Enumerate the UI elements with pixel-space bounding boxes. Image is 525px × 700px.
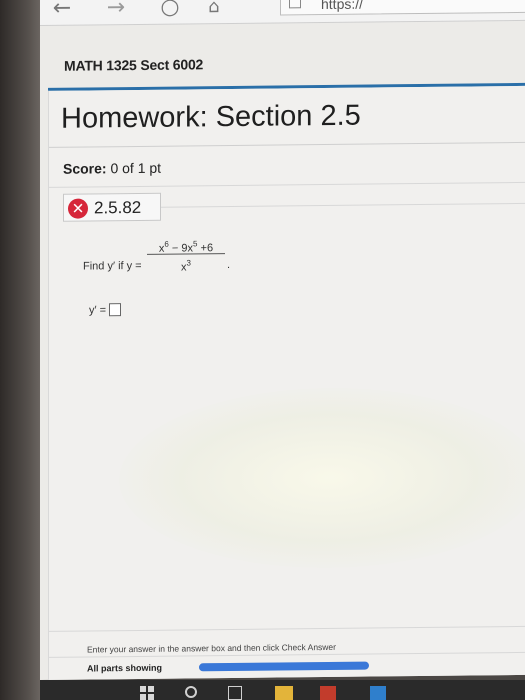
address-bar[interactable]: https://: [280, 0, 525, 16]
divider: [49, 181, 525, 188]
score-value: 0 of 1 pt: [110, 159, 162, 177]
screen-glare: [119, 385, 525, 571]
page-title: Homework: Section 2.5: [61, 99, 361, 135]
progress-fill: [199, 661, 369, 672]
homework-panel: Homework: Section 2.5 Score: 0 of 1 pt ✕…: [48, 85, 525, 681]
instruction-text: Enter your answer in the answer box and …: [87, 641, 336, 655]
windows-start-icon[interactable]: [140, 686, 154, 700]
refresh-icon[interactable]: ○: [156, 0, 184, 21]
exponent: 3: [186, 258, 191, 268]
x-icon: ✕: [68, 198, 88, 219]
function-fraction: x6 − 9x5 +6 x3: [147, 236, 225, 274]
address-text: https://: [321, 0, 364, 13]
screen: ← → ○ ⌂ https:// MATH 1325 Sect 6002 Hom…: [40, 0, 525, 681]
parts-showing-label: All parts showing: [87, 662, 163, 674]
tab-icon: [289, 0, 301, 9]
divider: [49, 625, 525, 632]
course-title: MATH 1325 Sect 6002: [64, 56, 204, 74]
term-constant: +6: [197, 242, 214, 255]
fraction-numerator: x6 − 9x5 +6: [147, 236, 225, 255]
home-icon[interactable]: ⌂: [200, 0, 228, 20]
score-label: Score:: [63, 160, 107, 177]
fraction-denominator: x3: [147, 255, 225, 273]
divider: [49, 141, 525, 148]
sentence-period: .: [227, 259, 231, 272]
divider: [161, 202, 525, 208]
score-display: Score: 0 of 1 pt: [63, 160, 161, 177]
back-arrow-icon[interactable]: ←: [48, 0, 76, 22]
question-id-badge[interactable]: ✕ 2.5.82: [63, 192, 161, 222]
office-app-icon[interactable]: [320, 686, 336, 700]
browser-toolbar: ← → ○ ⌂ https://: [40, 0, 525, 26]
term-9x: − 9x: [168, 242, 194, 255]
search-icon[interactable]: [185, 686, 197, 698]
forward-arrow-icon[interactable]: →: [102, 0, 130, 21]
taskbar: [40, 680, 525, 700]
task-view-icon[interactable]: [228, 686, 242, 700]
answer-row: y′ =: [89, 303, 122, 317]
answer-input[interactable]: [109, 303, 122, 317]
progress-bar: [199, 661, 369, 672]
monitor-bezel: [0, 0, 40, 700]
store-icon[interactable]: [370, 686, 386, 700]
question-id: 2.5.82: [94, 197, 142, 218]
file-explorer-icon[interactable]: [275, 686, 293, 700]
question-prompt: Find y′ if y =: [83, 259, 142, 273]
answer-label: y′ =: [89, 304, 107, 317]
